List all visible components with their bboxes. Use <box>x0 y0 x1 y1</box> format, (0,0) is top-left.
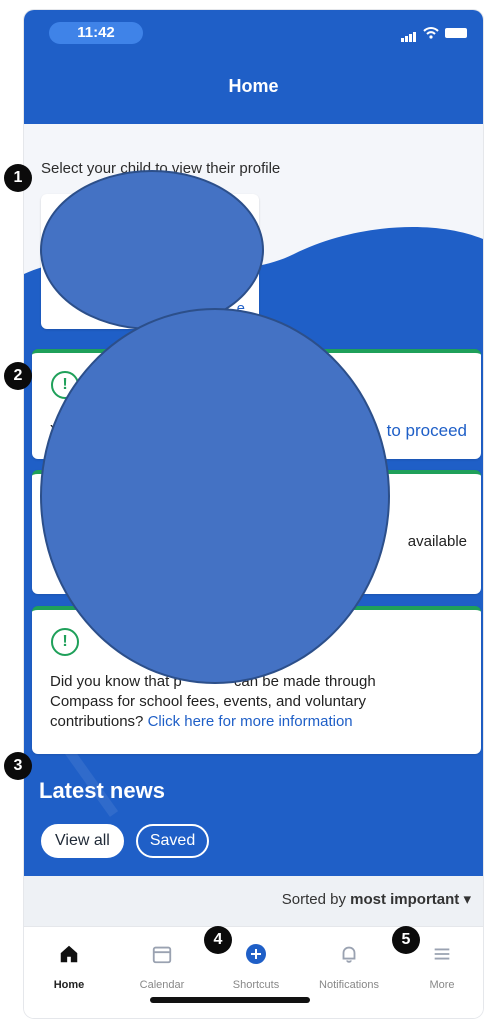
tab-view-all[interactable]: View all <box>41 824 124 858</box>
bell-icon <box>309 937 389 971</box>
wifi-icon <box>423 27 439 39</box>
calendar-icon <box>122 937 202 971</box>
home-icon <box>29 937 109 971</box>
alert-card-3-text: Did you know that p can be made through … <box>50 672 467 732</box>
tabbar-home[interactable]: Home <box>29 937 109 991</box>
battery-icon <box>445 28 467 38</box>
sort-control[interactable]: Sorted by most important ▾ <box>282 890 471 908</box>
tabbar-calendar[interactable]: Calendar <box>122 937 202 991</box>
tab-saved[interactable]: Saved <box>135 824 210 858</box>
marker-4: 4 <box>204 926 232 954</box>
tab-label-notifications: Notifications <box>319 979 379 991</box>
page-title: Home <box>228 76 279 96</box>
app-header: Home <box>24 54 483 124</box>
tabbar-notifications[interactable]: Notifications <box>309 937 389 991</box>
status-icons <box>401 24 467 42</box>
tab-label-shortcuts: Shortcuts <box>232 979 280 991</box>
status-bar: 11:42 <box>24 10 483 54</box>
status-time: 11:42 <box>77 24 115 41</box>
tab-label-home: Home <box>53 979 85 991</box>
sort-caret-icon: ▾ <box>463 891 471 908</box>
marker-5: 5 <box>392 926 420 954</box>
signal-icon <box>401 24 417 42</box>
marker-3: 3 <box>4 752 32 780</box>
sort-bar[interactable]: Sorted by most important ▾ <box>24 876 483 926</box>
card3-line-3: contributions? Click here for more infor… <box>50 713 353 730</box>
news-tabs: View all Saved <box>41 824 210 858</box>
redaction-blob-1 <box>40 170 264 330</box>
home-indicator[interactable] <box>150 997 310 1003</box>
more-info-link[interactable]: Click here for more information <box>148 713 353 730</box>
time-pill: 11:42 <box>49 22 143 44</box>
alert-card-2-right-text: available <box>407 533 467 550</box>
marker-2: 2 <box>4 362 32 390</box>
tab-label-more: More <box>429 979 455 991</box>
marker-1: 1 <box>4 164 32 192</box>
alert-info-icon: ! <box>51 628 79 656</box>
alert-card-1-link[interactable]: to proceed <box>387 421 467 441</box>
sort-prefix: Sorted by <box>281 891 346 908</box>
latest-news-title: Latest news <box>39 778 165 803</box>
card3-line-2: Compass for school fees, events, and vol… <box>50 693 366 710</box>
sort-value: most important <box>350 891 460 908</box>
redaction-blob-2 <box>40 308 390 684</box>
tab-label-calendar: Calendar <box>139 979 185 991</box>
